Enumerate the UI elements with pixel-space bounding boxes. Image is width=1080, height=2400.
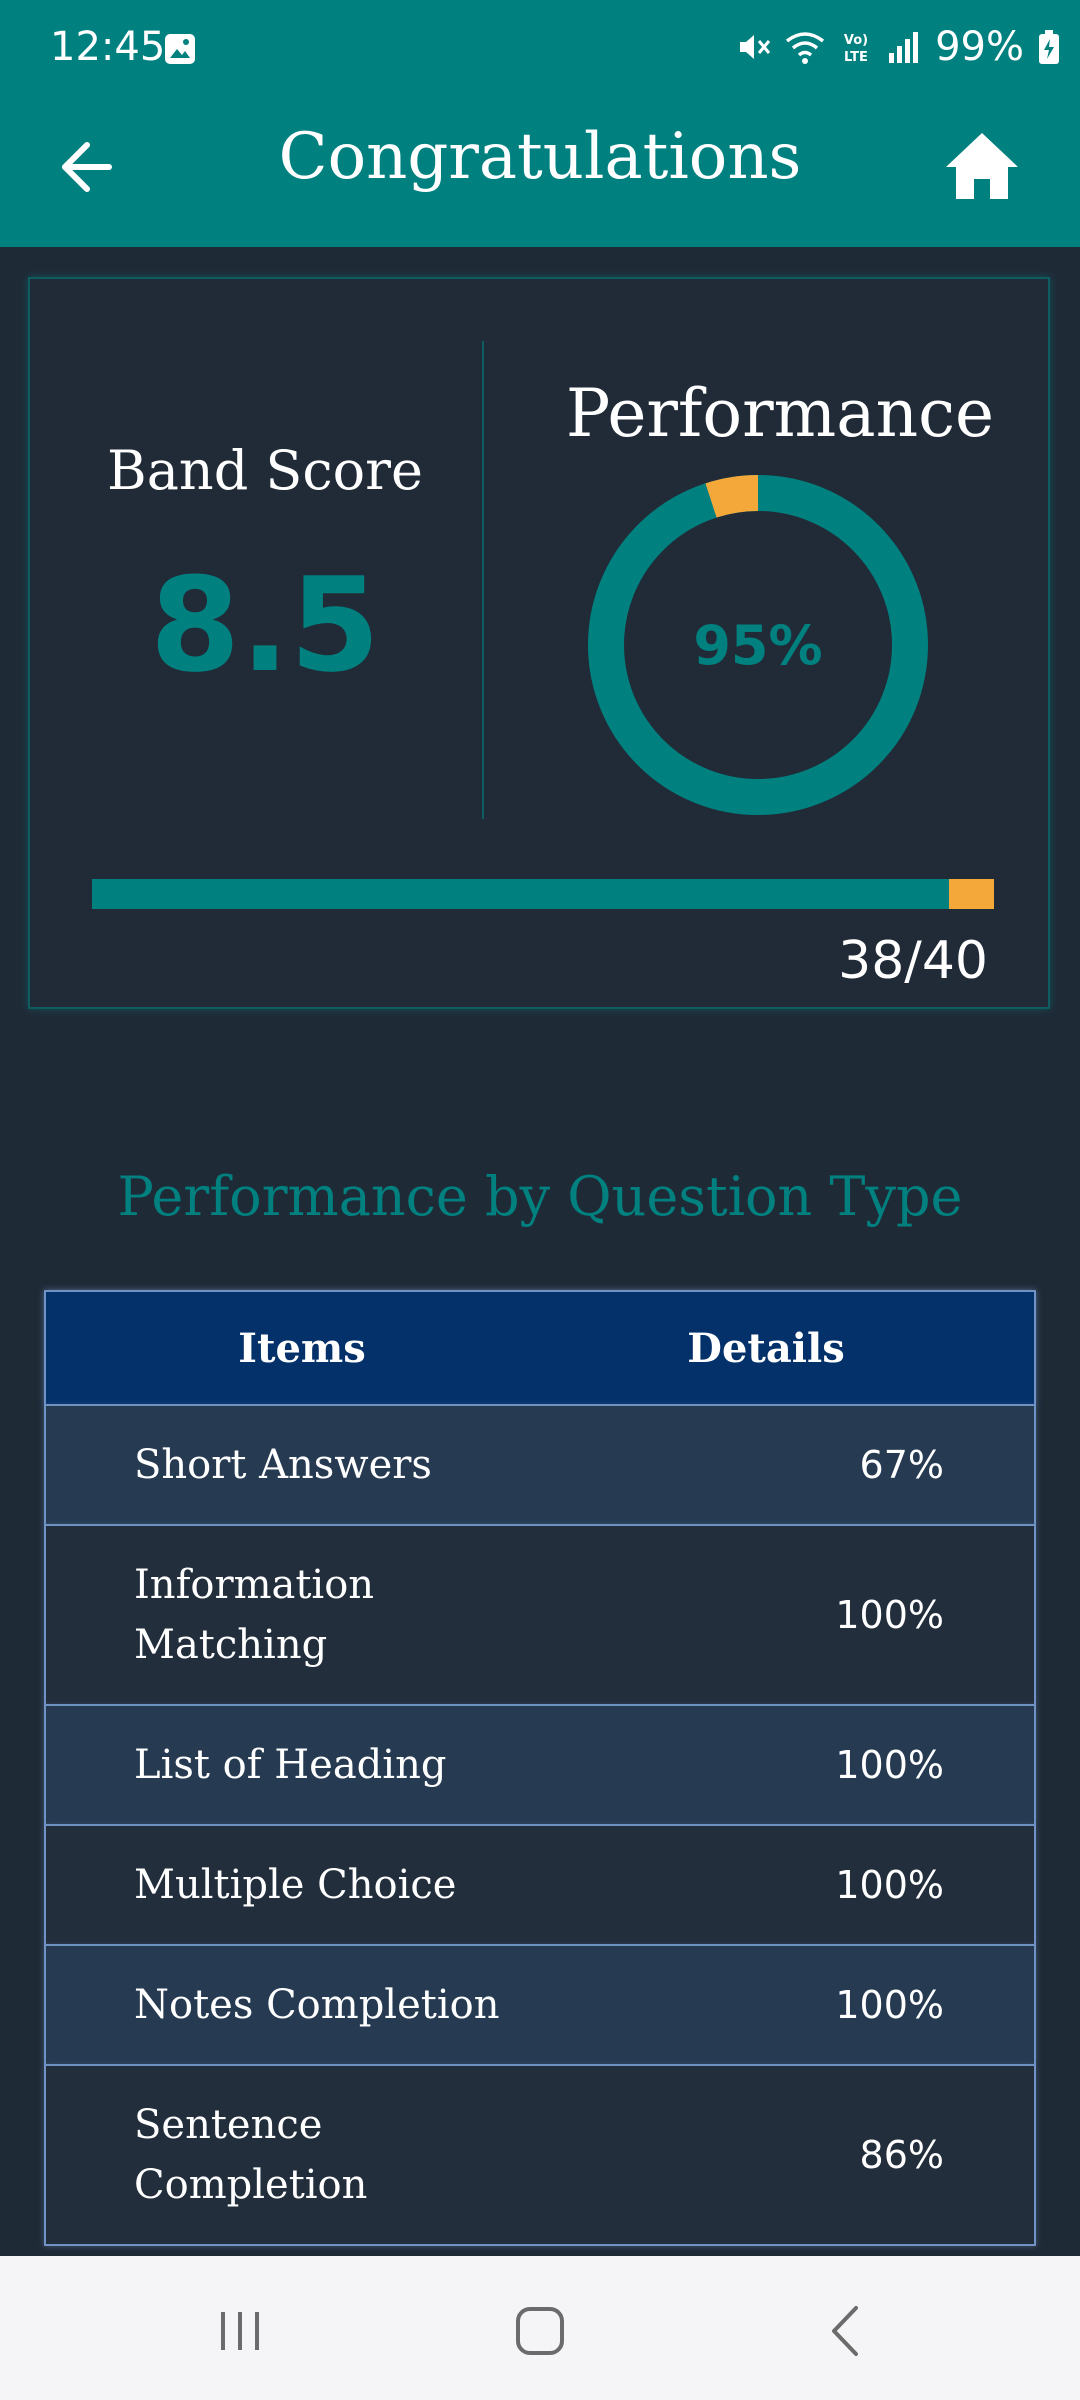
home-nav-button[interactable] [500,2296,580,2366]
page-title: Congratulations [278,120,802,194]
row-detail-value: 100% [835,1743,944,1787]
band-score-label: Band Score [107,439,423,502]
table-row: Multiple Choice 100% [44,1826,1036,1946]
home-button[interactable] [942,126,1022,206]
recent-apps-button[interactable] [200,2296,280,2366]
row-item-label: Information Matching [134,1562,375,1668]
battery-percent: 99% [935,24,1024,70]
table-row: Notes Completion 100% [44,1946,1036,2066]
table-header: Items Details [44,1290,1036,1406]
volte-icon: Vo) LTE [844,33,868,65]
top-bar: 12:45 Vo) LTE 99% Congratulations [0,0,1080,247]
table-row: Short Answers 67% [44,1406,1036,1526]
table-row: Information Matching 100% [44,1526,1036,1706]
row-item-label: Sentence Completion [134,2102,368,2208]
progress-wrong-segment [948,879,994,909]
section-title: Performance by Question Type [117,1165,963,1228]
signal-icon [889,32,919,63]
header-details: Details [687,1324,845,1372]
home-nav-icon [516,2307,564,2355]
band-score-value: 8.5 [149,549,381,701]
table-body: Short Answers 67% Information Matching 100%… [44,1406,1036,2246]
row-detail-value: 67% [859,1443,944,1487]
table-row: Sentence Completion 86% [44,2066,1036,2246]
score-progress-bar [92,879,994,909]
row-item-label: Notes Completion [134,1982,500,2028]
status-icons: Vo) LTE 99% [735,22,1060,72]
system-nav-bar [0,2256,1080,2400]
row-detail-value: 86% [859,2133,944,2177]
row-detail-value: 100% [835,1863,944,1907]
status-bar: 12:45 Vo) LTE 99% [0,0,1080,96]
performance-label: Performance [565,375,995,452]
back-nav-icon [832,2306,858,2356]
header-items: Items [238,1324,366,1372]
status-time: 12:45 [50,24,166,70]
recent-apps-icon [221,2312,259,2350]
row-item-label: List of Heading [134,1742,447,1788]
performance-percent: 95% [693,613,823,677]
score-card: Band Score 8.5 Performance 95% 38/40 [28,277,1050,1009]
question-type-table: Items Details Short Answers 67% Informatio… [44,1290,1036,2246]
svg-text:LTE: LTE [844,50,868,65]
svg-text:Vo): Vo) [844,33,868,48]
gallery-icon [165,34,195,64]
card-divider [482,341,484,819]
back-nav-button[interactable] [806,2296,886,2366]
battery-charging-icon [1039,30,1059,64]
row-item-label: Short Answers [134,1442,432,1488]
row-item-label: Multiple Choice [134,1862,457,1908]
mute-icon [740,35,771,59]
table-row: List of Heading 100% [44,1706,1036,1826]
row-detail-value: 100% [835,1983,944,2027]
app-bar: Congratulations [0,96,1080,247]
wifi-icon [786,32,825,64]
home-icon [946,133,1018,199]
correct-count: 38/40 [838,931,988,991]
row-detail-value: 100% [835,1593,944,1637]
